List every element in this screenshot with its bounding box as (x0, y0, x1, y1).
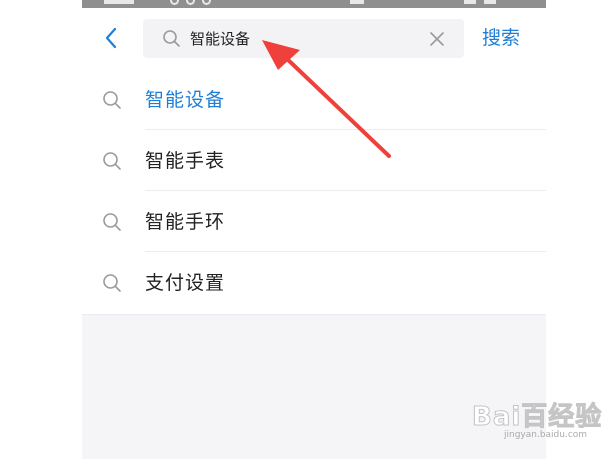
suggestion-item[interactable]: 智能设备 (82, 69, 546, 130)
search-panel: 搜索 智能设备 智能手表 (82, 8, 546, 315)
search-icon (103, 213, 121, 231)
network-speed-icon (350, 0, 364, 4)
back-button[interactable] (98, 24, 126, 52)
search-input[interactable] (190, 25, 410, 52)
suggestion-item[interactable]: 智能手表 (82, 130, 546, 191)
status-icon (186, 0, 195, 5)
suggestion-list: 智能设备 智能手表 智能手环 支付设置 (82, 69, 546, 313)
search-field[interactable] (143, 19, 464, 58)
search-icon (103, 274, 121, 292)
battery-icon (484, 0, 496, 4)
search-button[interactable]: 搜索 (482, 24, 520, 52)
close-icon (430, 32, 444, 46)
status-bar (82, 0, 546, 8)
suggestion-item[interactable]: 智能手环 (82, 191, 546, 252)
suggestion-label: 智能设备 (145, 89, 226, 111)
chevron-left-icon (105, 27, 117, 49)
screenshot: 搜索 智能设备 智能手表 (0, 0, 616, 459)
signal-icon (464, 0, 476, 4)
status-time-fragment (104, 0, 134, 4)
status-icon (170, 0, 179, 5)
status-icon (202, 0, 211, 5)
clear-button[interactable] (427, 29, 447, 49)
suggestion-item[interactable]: 支付设置 (82, 252, 546, 313)
search-icon (103, 152, 121, 170)
search-icon (163, 30, 180, 47)
suggestion-label: 智能手表 (145, 150, 226, 172)
search-icon (103, 91, 121, 109)
phone-screen: 搜索 智能设备 智能手表 (82, 0, 546, 459)
suggestion-label: 支付设置 (145, 272, 226, 294)
suggestion-label: 智能手环 (145, 211, 226, 233)
